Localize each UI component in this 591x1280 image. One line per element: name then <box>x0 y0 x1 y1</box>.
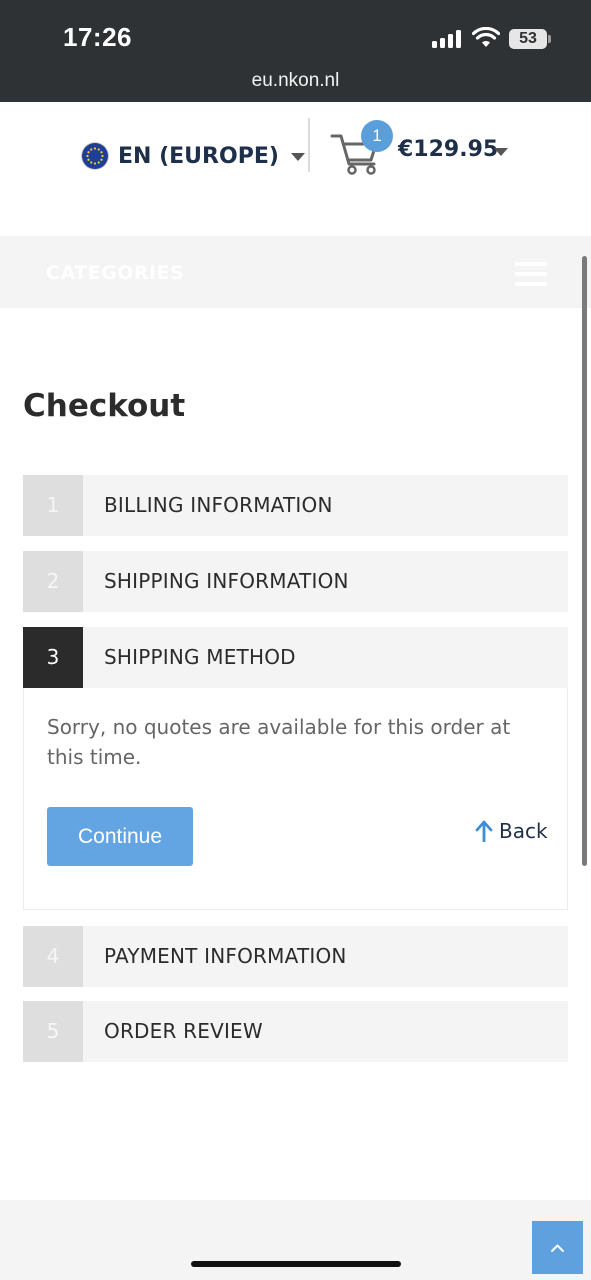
scrollbar[interactable] <box>582 256 587 866</box>
checkout-step-shipping-info[interactable]: 2 SHIPPING INFORMATION <box>23 551 568 612</box>
categories-bar[interactable]: CATEGORIES <box>0 236 591 308</box>
back-link[interactable]: Back <box>475 817 548 845</box>
status-bar: 17:26 53 eu.nkon.nl <box>0 0 591 102</box>
checkout-step-order-review[interactable]: 5 ORDER REVIEW <box>23 1001 568 1062</box>
step-number: 4 <box>23 926 83 987</box>
checkout-step-billing[interactable]: 1 BILLING INFORMATION <box>23 475 568 536</box>
categories-label: CATEGORIES <box>46 262 185 284</box>
cart-total[interactable]: €129.95 <box>398 137 498 162</box>
cart-count-badge: 1 <box>361 120 393 152</box>
clock: 17:26 <box>63 22 132 52</box>
continue-button[interactable]: Continue <box>47 807 193 866</box>
chevron-down-icon <box>290 153 305 161</box>
hamburger-menu-icon[interactable] <box>515 262 547 286</box>
step-number: 5 <box>23 1001 83 1062</box>
step-number: 2 <box>23 551 83 612</box>
step-number: 3 <box>23 627 83 688</box>
step-number: 1 <box>23 475 83 536</box>
back-label: Back <box>499 819 548 843</box>
shipping-method-panel: Sorry, no quotes are available for this … <box>23 688 568 910</box>
chevron-down-icon[interactable] <box>494 148 508 156</box>
eu-flag-icon <box>82 143 108 169</box>
footer <box>0 1200 591 1280</box>
step-label: SHIPPING METHOD <box>104 645 296 669</box>
step-label: ORDER REVIEW <box>104 1019 263 1043</box>
battery-tip <box>548 35 551 43</box>
step-label: SHIPPING INFORMATION <box>104 569 349 593</box>
arrow-up-icon <box>475 820 493 842</box>
no-quotes-message: Sorry, no quotes are available for this … <box>47 715 511 769</box>
home-indicator[interactable] <box>191 1261 401 1267</box>
language-label: EN (EUROPE) <box>118 143 279 169</box>
checkout-step-shipping-method[interactable]: 3 SHIPPING METHOD <box>23 627 568 688</box>
address-bar-url[interactable]: eu.nkon.nl <box>0 70 591 92</box>
header-divider <box>308 118 310 172</box>
wifi-icon <box>472 27 500 47</box>
step-label: PAYMENT INFORMATION <box>104 944 347 968</box>
chevron-up-icon <box>551 1244 564 1252</box>
battery-icon: 53 <box>509 29 547 49</box>
page-title: Checkout <box>23 388 186 424</box>
language-selector[interactable]: EN (EUROPE) <box>82 140 305 172</box>
checkout-step-payment[interactable]: 4 PAYMENT INFORMATION <box>23 926 568 987</box>
step-label: BILLING INFORMATION <box>104 493 333 517</box>
scroll-to-top-button[interactable] <box>532 1221 583 1274</box>
cellular-signal-icon <box>432 30 464 48</box>
